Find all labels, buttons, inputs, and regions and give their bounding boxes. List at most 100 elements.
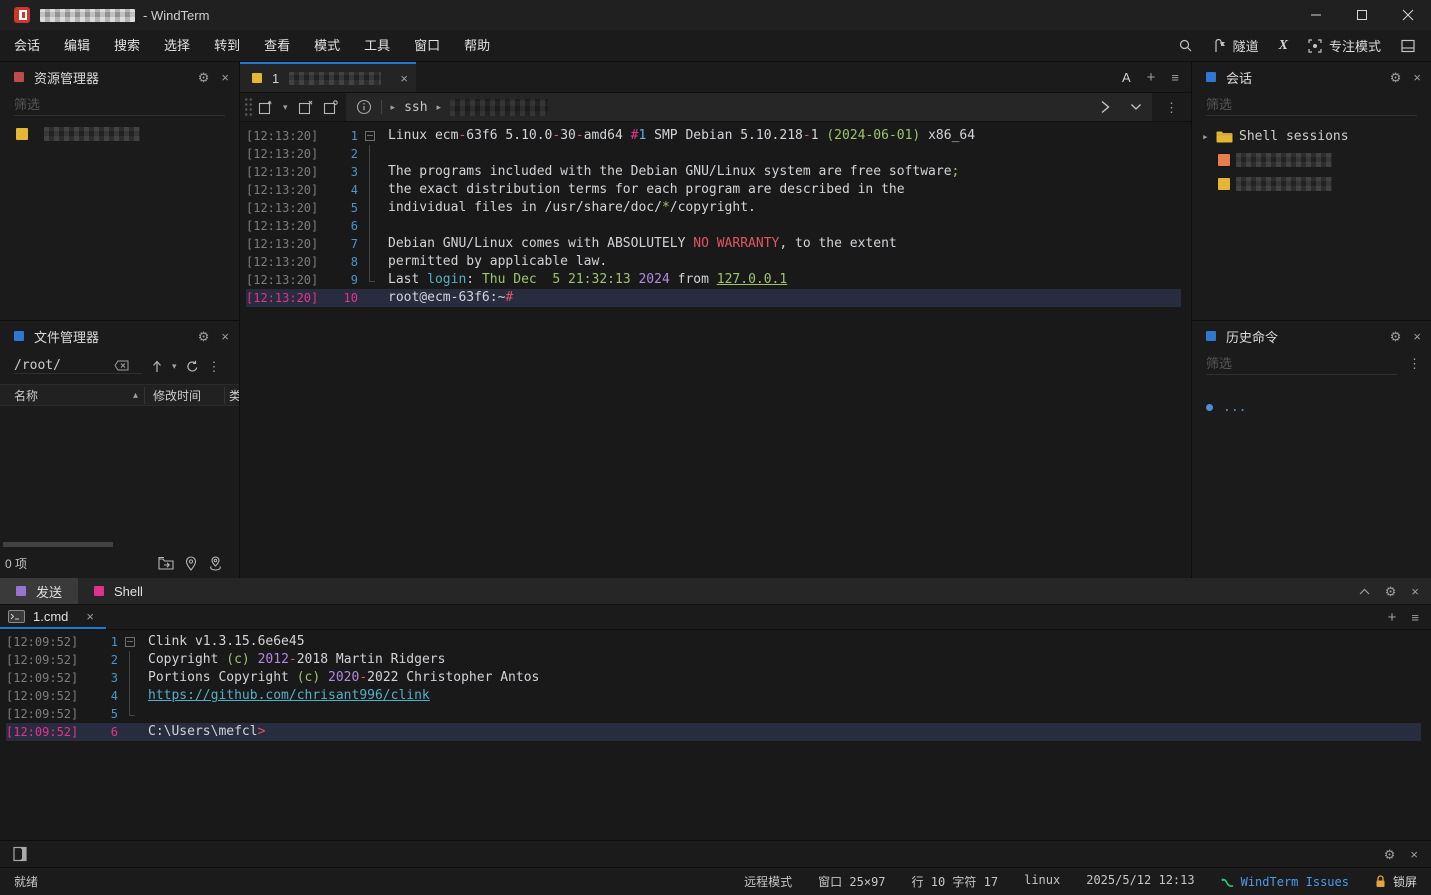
new-cmd-tab-icon[interactable]: +: [1388, 610, 1397, 625]
terminal-tab[interactable]: 1 ×: [240, 62, 416, 92]
file-list[interactable]: [0, 406, 239, 541]
menu-item-6[interactable]: 模式: [302, 30, 352, 62]
refresh-icon[interactable]: [186, 360, 199, 373]
kebab-menu-icon[interactable]: ⋮: [208, 360, 221, 373]
menu-item-7[interactable]: 工具: [352, 30, 402, 62]
gear-icon[interactable]: ⚙: [1385, 585, 1397, 598]
session-color-icon: [1218, 154, 1230, 166]
run-icon[interactable]: [1097, 99, 1113, 115]
tab-send[interactable]: 发送: [0, 578, 78, 604]
session-item[interactable]: [1192, 148, 1431, 172]
windterm-issues-link[interactable]: WindTerm Issues: [1221, 875, 1349, 889]
history-kebab-icon[interactable]: ⋮: [1408, 357, 1422, 370]
session-color-icon: [1218, 178, 1230, 190]
tab-shell[interactable]: Shell: [78, 578, 159, 604]
gear-icon[interactable]: ⚙: [1390, 71, 1402, 84]
timestamp: [12:09:52]: [6, 651, 82, 669]
close-session-icon[interactable]: [298, 100, 313, 115]
maximize-button[interactable]: [1339, 0, 1385, 30]
session-item[interactable]: [1192, 172, 1431, 196]
lock-screen-button[interactable]: 锁屏: [1375, 873, 1417, 890]
close-icon[interactable]: ×: [221, 330, 229, 343]
close-icon[interactable]: ×: [1410, 848, 1418, 861]
line-text: https://github.com/chrisant996/clink: [148, 687, 430, 705]
location-pin-icon[interactable]: [185, 556, 197, 571]
close-button[interactable]: [1385, 0, 1431, 30]
history-filter-input[interactable]: [1206, 356, 1397, 371]
horizontal-scrollbar[interactable]: [0, 541, 239, 548]
info-icon[interactable]: [356, 99, 372, 115]
new-tab-icon[interactable]: +: [1147, 70, 1156, 85]
menu-item-1[interactable]: 编辑: [52, 30, 102, 62]
menu-item-3[interactable]: 选择: [152, 30, 202, 62]
tunnel-button[interactable]: 隧道: [1213, 36, 1259, 55]
tab-close-icon[interactable]: ×: [400, 72, 408, 85]
cmd-tab-list-icon[interactable]: ≡: [1411, 611, 1419, 624]
minimize-button[interactable]: [1293, 0, 1339, 30]
explorer-filter-input[interactable]: [14, 97, 225, 112]
path-input[interactable]: [14, 358, 114, 373]
close-icon[interactable]: ×: [1411, 585, 1419, 598]
menu-item-2[interactable]: 搜索: [102, 30, 152, 62]
gear-icon[interactable]: ⚙: [198, 330, 210, 343]
column-type[interactable]: 类型: [225, 387, 239, 404]
detach-session-icon[interactable]: [323, 100, 338, 115]
new-session-icon[interactable]: [258, 100, 273, 115]
x-social-link[interactable]: X: [1279, 38, 1288, 54]
fold-marker: [361, 181, 379, 199]
gear-icon[interactable]: ⚙: [1384, 848, 1396, 861]
open-folder-icon[interactable]: [158, 556, 174, 571]
focus-mode-button[interactable]: 专注模式: [1308, 36, 1381, 55]
close-icon[interactable]: ×: [1413, 71, 1421, 84]
protocol-label[interactable]: ssh: [404, 100, 427, 115]
fold-marker[interactable]: [361, 127, 379, 145]
tree-expand-icon[interactable]: ▸: [1202, 130, 1216, 143]
history-item[interactable]: ...: [1192, 396, 1431, 418]
menu-item-5[interactable]: 查看: [252, 30, 302, 62]
windterm-issues-icon: [1221, 875, 1234, 888]
search-icon[interactable]: [1178, 38, 1193, 53]
close-icon[interactable]: ×: [1413, 330, 1421, 343]
clear-path-icon[interactable]: [114, 360, 129, 371]
cmd-tab-close-icon[interactable]: ×: [86, 610, 94, 623]
address-bar[interactable]: ▸ ssh ▸: [346, 93, 1152, 121]
sessions-folder-label: Shell sessions: [1239, 129, 1349, 144]
column-name[interactable]: 名称: [14, 387, 38, 404]
timestamp: [12:13:20]: [246, 163, 322, 181]
redacted-host[interactable]: [450, 99, 548, 116]
drag-handle[interactable]: [244, 97, 253, 117]
gear-icon[interactable]: ⚙: [1390, 330, 1402, 343]
send-panel: 发送 Shell ⚙ × 1.cmd × + ≡ [12:09:52]1Clin…: [0, 578, 1431, 840]
gear-icon[interactable]: ⚙: [198, 71, 210, 84]
line-number: 8: [322, 253, 358, 271]
sessions-folder[interactable]: ▸ Shell sessions: [1192, 124, 1431, 148]
lock-screen-label: 锁屏: [1393, 873, 1417, 890]
menu-item-8[interactable]: 窗口: [402, 30, 452, 62]
file-list-header[interactable]: 名称▴ 修改时间 类型: [0, 384, 239, 406]
collapse-panel-icon[interactable]: [1359, 588, 1370, 595]
main-terminal[interactable]: [12:13:20]1Linux ecm-63f6 5.10.0-30-amd6…: [240, 122, 1191, 578]
menu-item-0[interactable]: 会话: [2, 30, 52, 62]
menu-item-9[interactable]: 帮助: [452, 30, 502, 62]
menu-item-4[interactable]: 转到: [202, 30, 252, 62]
timestamp: [12:13:20]: [246, 235, 322, 253]
cmd-tab[interactable]: 1.cmd ×: [0, 605, 106, 629]
up-dropdown-icon[interactable]: ▾: [172, 362, 177, 371]
cmd-terminal[interactable]: [12:09:52]1Clink v1.3.15.6e6e45[12:09:52…: [0, 630, 1431, 840]
font-size-button[interactable]: A: [1122, 70, 1131, 85]
terminal-line: [12:09:52]3Portions Copyright (c) 2020-2…: [6, 669, 1421, 687]
track-location-icon[interactable]: [208, 556, 223, 571]
explorer-session-item[interactable]: [0, 122, 239, 146]
toolbar-kebab-icon[interactable]: ⋮: [1152, 101, 1191, 114]
line-number: 5: [82, 705, 118, 723]
pane-icon[interactable]: [13, 846, 28, 862]
tab-list-icon[interactable]: ≡: [1171, 71, 1179, 84]
layout-icon[interactable]: [1401, 39, 1415, 53]
new-session-dropdown-icon[interactable]: ▾: [283, 103, 288, 112]
chevron-down-icon[interactable]: [1130, 103, 1142, 111]
up-directory-icon[interactable]: [151, 360, 163, 373]
column-mtime[interactable]: 修改时间: [145, 387, 225, 404]
fold-marker[interactable]: [121, 633, 139, 651]
sessions-filter-input[interactable]: [1206, 97, 1417, 112]
close-icon[interactable]: ×: [221, 71, 229, 84]
